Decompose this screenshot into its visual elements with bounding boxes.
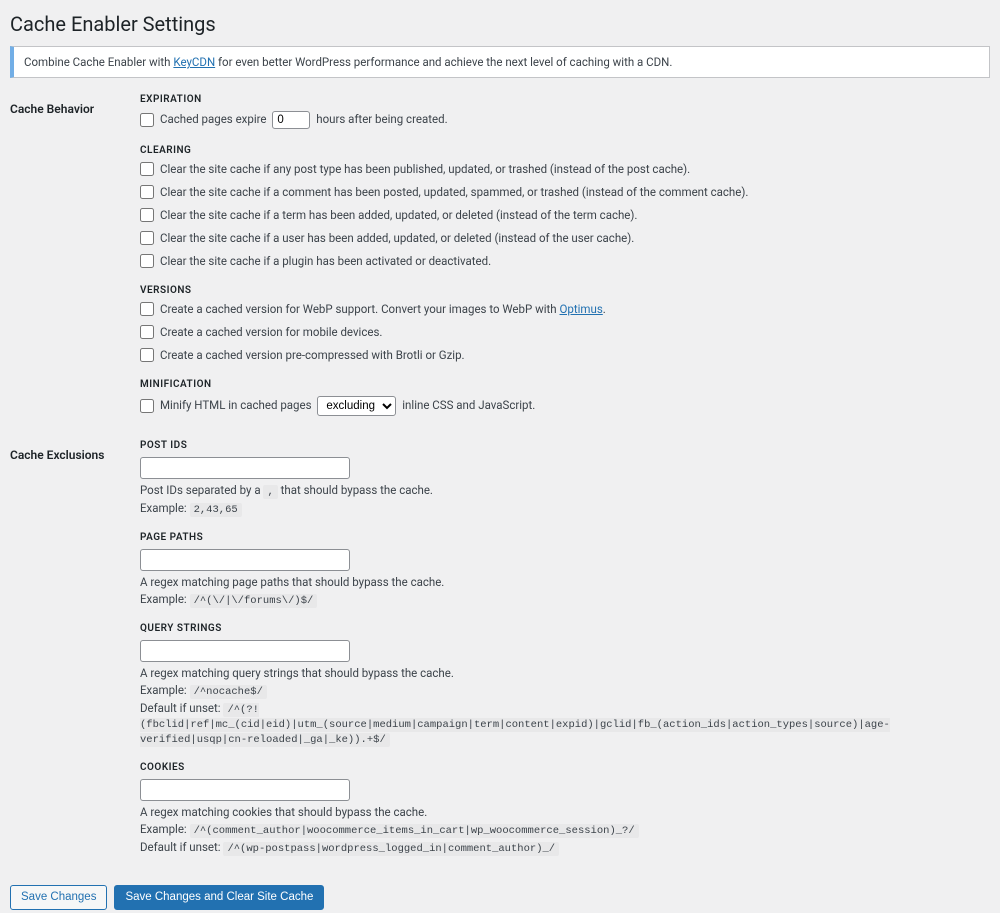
clearing-user-label: Clear the site cache if a user has been …: [160, 231, 634, 246]
postids-desc-pre: Post IDs separated by a: [140, 483, 263, 497]
versions-webp-checkbox[interactable]: [140, 302, 154, 316]
postids-fieldset: POST IDS Post IDs separated by a , that …: [140, 440, 990, 516]
pagepaths-input[interactable]: [140, 549, 350, 571]
cookies-default-label: Default if unset:: [140, 840, 221, 854]
cookies-input[interactable]: [140, 779, 350, 801]
minification-select[interactable]: excluding: [317, 396, 396, 416]
querystrings-input[interactable]: [140, 640, 350, 662]
expiration-hours-input[interactable]: [272, 111, 310, 129]
expiration-label-post: hours after being created.: [316, 112, 447, 126]
cookies-desc: A regex matching cookies that should byp…: [140, 805, 990, 819]
keycdn-link[interactable]: KeyCDN: [173, 55, 215, 69]
expiration-label-pre: Cached pages expire: [160, 112, 267, 126]
cookies-example-label: Example:: [140, 822, 187, 836]
clearing-plugin-label: Clear the site cache if a plugin has bee…: [160, 254, 491, 269]
clearing-plugin-checkbox[interactable]: [140, 254, 154, 268]
minification-checkbox[interactable]: [140, 399, 154, 413]
versions-webp-label-post: .: [603, 302, 606, 316]
postids-subtitle: POST IDS: [140, 440, 990, 451]
clearing-user-checkbox[interactable]: [140, 231, 154, 245]
expiration-checkbox[interactable]: [140, 113, 154, 127]
expiration-fieldset: EXPIRATION Cached pages expire hours aft…: [140, 94, 990, 129]
versions-compress-label: Create a cached version pre-compressed w…: [160, 348, 465, 363]
querystrings-example-label: Example:: [140, 683, 187, 697]
pagepaths-fieldset: PAGE PATHS A regex matching page paths t…: [140, 532, 990, 607]
versions-subtitle: VERSIONS: [140, 285, 990, 296]
postids-input[interactable]: [140, 457, 350, 479]
postids-example-code: 2,43,65: [190, 503, 242, 517]
cookies-fieldset: COOKIES A regex matching cookies that sh…: [140, 762, 990, 855]
clearing-post-checkbox[interactable]: [140, 162, 154, 176]
info-notice: Combine Cache Enabler with KeyCDN for ev…: [10, 46, 990, 78]
clearing-comment-checkbox[interactable]: [140, 185, 154, 199]
save-clear-button[interactable]: Save Changes and Clear Site Cache: [114, 885, 324, 911]
postids-example-label: Example:: [140, 501, 187, 515]
clearing-term-checkbox[interactable]: [140, 208, 154, 222]
clearing-post-label: Clear the site cache if any post type ha…: [160, 162, 690, 177]
querystrings-default-code: /^(?!(fbclid|ref|mc_(cid|eid)|utm_(sourc…: [140, 703, 890, 747]
cookies-example-code: /^(comment_author|woocommerce_items_in_c…: [190, 824, 639, 838]
submit-row: Save Changes Save Changes and Clear Site…: [10, 885, 990, 911]
versions-compress-checkbox[interactable]: [140, 348, 154, 362]
cookies-default-code: /^(wp-postpass|wordpress_logged_in|comme…: [223, 842, 559, 856]
pagepaths-subtitle: PAGE PATHS: [140, 532, 990, 543]
cookies-subtitle: COOKIES: [140, 762, 990, 773]
querystrings-fieldset: QUERY STRINGS A regex matching query str…: [140, 623, 990, 746]
versions-fieldset: VERSIONS Create a cached version for Web…: [140, 285, 990, 363]
pagepaths-example-code: /^(\/|\/forums\/)$/: [190, 594, 318, 608]
expiration-row: Cached pages expire hours after being cr…: [140, 111, 990, 129]
notice-text-pre: Combine Cache Enabler with: [24, 55, 173, 69]
section-cache-exclusions: Cache Exclusions: [10, 438, 140, 873]
versions-mobile-label: Create a cached version for mobile devic…: [160, 325, 382, 340]
clearing-term-label: Clear the site cache if a term has been …: [160, 208, 637, 223]
clearing-subtitle: CLEARING: [140, 145, 990, 156]
minification-label-post: inline CSS and JavaScript.: [402, 398, 535, 412]
page-title: Cache Enabler Settings: [10, 12, 990, 36]
pagepaths-desc: A regex matching page paths that should …: [140, 575, 990, 589]
optimus-link[interactable]: Optimus: [559, 302, 602, 316]
notice-text-post: for even better WordPress performance an…: [215, 55, 672, 69]
save-button[interactable]: Save Changes: [10, 885, 107, 911]
minification-fieldset: MINIFICATION Minify HTML in cached pages…: [140, 379, 990, 416]
expiration-subtitle: EXPIRATION: [140, 94, 990, 105]
clearing-comment-label: Clear the site cache if a comment has be…: [160, 185, 748, 200]
postids-sep-code: ,: [263, 485, 277, 499]
querystrings-example-code: /^nocache$/: [190, 685, 267, 699]
querystrings-default-label: Default if unset:: [140, 701, 221, 715]
minification-label-pre: Minify HTML in cached pages: [160, 398, 312, 412]
querystrings-subtitle: QUERY STRINGS: [140, 623, 990, 634]
minification-subtitle: MINIFICATION: [140, 379, 990, 390]
pagepaths-example-label: Example:: [140, 592, 187, 606]
postids-desc-post: that should bypass the cache.: [278, 483, 433, 497]
clearing-fieldset: CLEARING Clear the site cache if any pos…: [140, 145, 990, 269]
section-cache-behavior: Cache Behavior: [10, 92, 140, 438]
versions-webp-label-pre: Create a cached version for WebP support…: [160, 302, 559, 316]
versions-mobile-checkbox[interactable]: [140, 325, 154, 339]
querystrings-desc: A regex matching query strings that shou…: [140, 666, 990, 680]
